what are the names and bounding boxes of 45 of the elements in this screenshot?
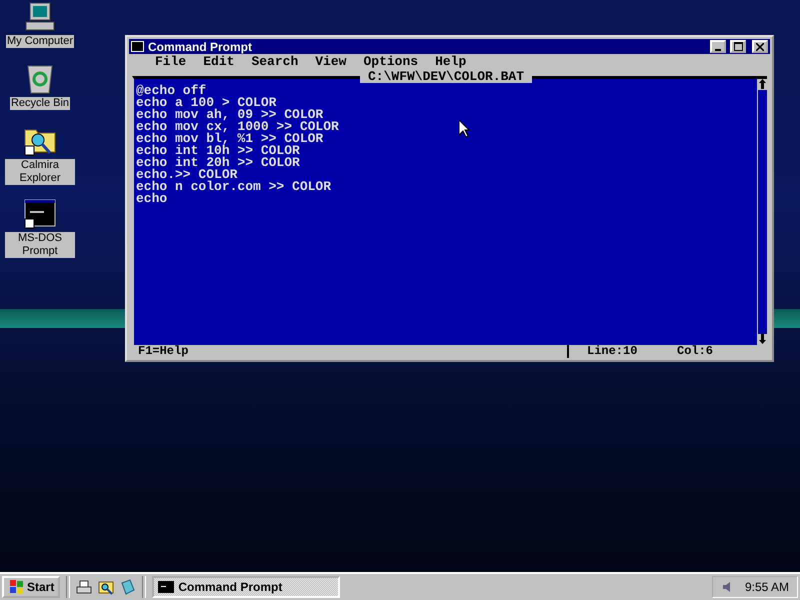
dos-window-icon bbox=[131, 41, 144, 52]
maximize-button[interactable] bbox=[730, 40, 746, 53]
maximize-icon bbox=[734, 42, 742, 51]
desktop-icon-label[interactable]: My Computer bbox=[6, 35, 74, 48]
code-line: echo bbox=[136, 193, 168, 205]
file-title: C:\WFW\DEV\COLOR.BAT bbox=[360, 71, 532, 83]
code-line: echo mov ah, 09 >> COLOR bbox=[136, 109, 324, 121]
line-number: Line:10 bbox=[586, 345, 638, 358]
mouse-pointer-icon bbox=[458, 119, 470, 138]
desktop-icon-label[interactable]: Recycle Bin bbox=[10, 97, 70, 110]
window-title: Command Prompt bbox=[148, 40, 252, 54]
dos-window-icon bbox=[158, 581, 174, 593]
taskbar-window-button[interactable]: Command Prompt bbox=[152, 576, 340, 598]
folder-magnifier-icon[interactable] bbox=[98, 579, 114, 595]
minimize-button[interactable] bbox=[710, 40, 726, 53]
desktop-icon-label[interactable]: MS-DOS Prompt bbox=[5, 232, 75, 258]
code-line: echo int 20h >> COLOR bbox=[136, 157, 300, 169]
start-button[interactable]: Start bbox=[2, 576, 60, 598]
scroll-up-arrow[interactable] bbox=[758, 79, 767, 90]
help-hint: F1=Help bbox=[132, 345, 569, 358]
menu-item[interactable]: View bbox=[315, 55, 346, 69]
column-number: Col:6 bbox=[677, 345, 714, 358]
code-line: echo n color.com >> COLOR bbox=[136, 181, 332, 193]
minimize-icon bbox=[715, 48, 721, 50]
menu-item[interactable]: Help bbox=[435, 55, 466, 69]
menu-item[interactable]: Options bbox=[363, 55, 418, 69]
code-line: echo mov cx, 1000 >> COLOR bbox=[136, 121, 339, 133]
code-line: echo mov bl, %1 >> COLOR bbox=[136, 133, 324, 145]
menu-item[interactable]: File bbox=[155, 55, 186, 69]
code-line: echo a 100 > COLOR bbox=[136, 97, 276, 109]
code-line: echo int 10h >> COLOR bbox=[136, 145, 300, 157]
close-button[interactable] bbox=[752, 40, 768, 53]
menu-item[interactable]: Search bbox=[251, 55, 298, 69]
scroll-down-arrow[interactable] bbox=[758, 334, 767, 345]
clock: 9:55 AM bbox=[744, 580, 789, 594]
desktop-icon-label[interactable]: Calmira Explorer bbox=[5, 159, 75, 185]
close-icon bbox=[756, 42, 764, 50]
notebook-icon[interactable] bbox=[120, 579, 136, 595]
dos-window-icon[interactable] bbox=[24, 199, 56, 229]
printer-icon[interactable] bbox=[76, 579, 92, 595]
computer-icon[interactable] bbox=[24, 2, 56, 32]
code-line: @echo off bbox=[136, 85, 206, 97]
code-line: echo.>> COLOR bbox=[136, 169, 238, 181]
menu-item[interactable]: Edit bbox=[203, 55, 234, 69]
windows-flag-icon bbox=[8, 580, 24, 594]
